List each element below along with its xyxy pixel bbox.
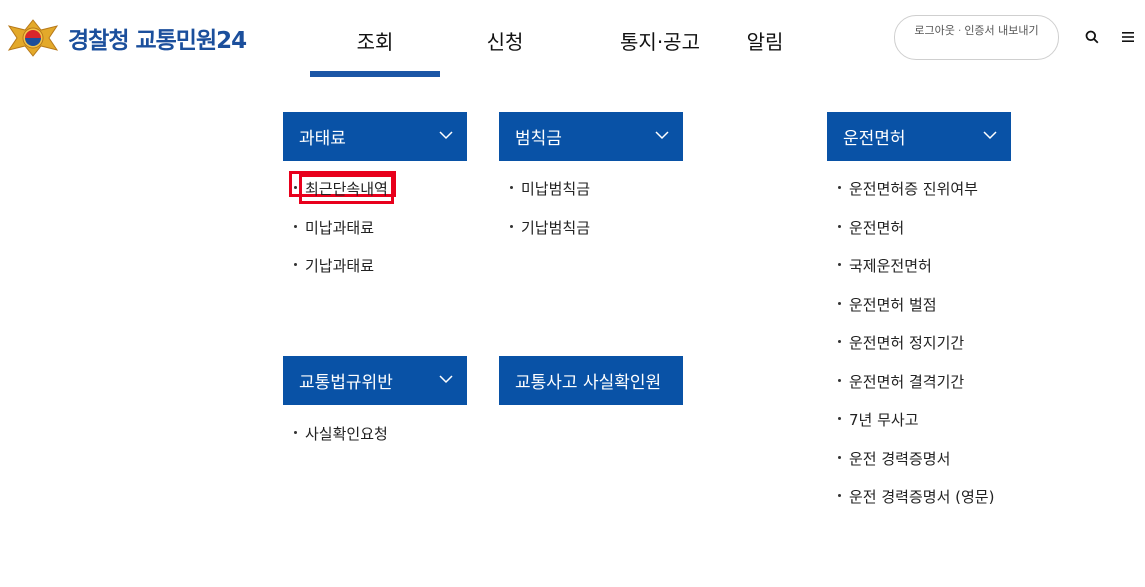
logout-link[interactable]: 로그아웃 xyxy=(914,24,954,37)
list-item-label: 운전면허 xyxy=(849,218,905,237)
police-emblem-icon xyxy=(7,19,59,57)
user-utility-box: 로그아웃 · 인증서 내보내기 xyxy=(894,15,1059,60)
site-title: 경찰청 교통민원24 xyxy=(68,28,247,54)
separator-dot: · xyxy=(957,24,962,37)
bullet-dot xyxy=(294,431,297,434)
list-item-label: 운전 경력증명서 (영문) xyxy=(849,488,995,506)
site-logo[interactable]: 경찰청 교통민원24 xyxy=(4,16,247,60)
bullet-dot xyxy=(294,224,297,228)
list-item-label: 운전면허증 진위여부 xyxy=(849,180,978,198)
list-item-label: 미납범칙금 xyxy=(521,180,591,198)
page: 경찰청 교통민원24 조회 신청 통지·공고 알림 로그아웃 · 인증서 내보내기 … xyxy=(0,0,1145,587)
list-item-label: 미납과태료 xyxy=(305,218,375,237)
list-item-label: 기납범칙금 xyxy=(521,218,591,237)
chevron-down-icon xyxy=(439,375,453,384)
nav-item-application[interactable]: 신청 xyxy=(440,26,570,55)
list-item-label: 최근단속내역 xyxy=(299,174,394,204)
list-item-unpaid-fine[interactable]: 미납과태료 xyxy=(283,208,388,247)
chevron-down-icon xyxy=(983,131,997,140)
list-item-recent-enforcement[interactable]: 최근단속내역 xyxy=(283,169,396,208)
category-license-title: 운전면허 xyxy=(843,129,906,149)
list-item-paid-fine[interactable]: 기납과태료 xyxy=(283,246,388,285)
bullet-dot xyxy=(510,186,513,189)
active-nav-indicator xyxy=(310,71,440,77)
bullet-dot xyxy=(838,263,841,266)
list-item-driving-record[interactable]: 운전 경력증명서 xyxy=(827,439,994,478)
category-fine-header[interactable]: 과태료 xyxy=(283,112,467,161)
bullet-dot xyxy=(294,263,297,266)
chevron-down-icon xyxy=(655,131,669,140)
bullet-dot xyxy=(838,455,841,459)
list-item-label: 기납과태료 xyxy=(305,257,375,275)
bullet-dot xyxy=(510,224,513,228)
bullet-dot xyxy=(838,494,841,497)
list-item-label: 운전면허 결격기간 xyxy=(849,372,965,391)
list-item-license-verify[interactable]: 운전면허증 진위여부 xyxy=(827,169,994,208)
list-item-paid-penalty[interactable]: 기납범칙금 xyxy=(499,208,590,247)
category-fine-title: 과태료 xyxy=(299,129,346,149)
hamburger-menu-icon[interactable] xyxy=(1121,30,1135,44)
list-item-intl-license[interactable]: 국제운전면허 xyxy=(827,246,994,285)
category-fine-list: 최근단속내역 미납과태료 기납과태료 xyxy=(283,169,396,285)
category-license-header[interactable]: 운전면허 xyxy=(827,112,1011,161)
category-violation-header[interactable]: 교통법규위반 xyxy=(283,356,467,405)
bullet-dot xyxy=(838,417,841,420)
list-item-suspension-period[interactable]: 운전면허 정지기간 xyxy=(827,323,994,362)
nav-item-inquiry[interactable]: 조회 xyxy=(310,26,440,55)
bullet-dot xyxy=(838,186,841,189)
list-item-label: 7년 무사고 xyxy=(849,411,919,429)
category-penalty-title: 범칙금 xyxy=(515,129,562,149)
list-item-label: 운전면허 정지기간 xyxy=(849,334,965,352)
list-item-license-points[interactable]: 운전면허 벌점 xyxy=(827,285,994,324)
bullet-dot xyxy=(838,378,841,382)
list-item-unpaid-penalty[interactable]: 미납범칙금 xyxy=(499,169,590,208)
category-penalty-header[interactable]: 범칙금 xyxy=(499,112,683,161)
search-icon[interactable] xyxy=(1085,30,1099,44)
category-penalty-list: 미납범칙금 기납범칙금 xyxy=(499,169,590,246)
bullet-dot xyxy=(838,224,841,228)
list-item-disqualification-period[interactable]: 운전면허 결격기간 xyxy=(827,362,994,401)
category-violation-list: 사실확인요청 xyxy=(283,414,388,453)
list-item-driving-record-english[interactable]: 운전 경력증명서 (영문) xyxy=(827,477,994,516)
list-item-label: 사실확인요청 xyxy=(305,425,388,443)
cert-export-link[interactable]: 인증서 내보내기 xyxy=(964,24,1038,37)
nav-item-alert[interactable]: 알림 xyxy=(700,26,830,55)
category-license-list: 운전면허증 진위여부 운전면허 국제운전면허 운전면허 벌점 운전면허 정지기간… xyxy=(827,169,994,516)
list-item-fact-check-request[interactable]: 사실확인요청 xyxy=(283,414,388,453)
category-violation-title: 교통법규위반 xyxy=(299,373,393,393)
bullet-dot xyxy=(294,186,297,189)
chevron-down-icon xyxy=(439,131,453,140)
list-item-label: 운전면허 벌점 xyxy=(849,295,937,314)
bullet-dot xyxy=(838,301,841,305)
list-item-label: 운전 경력증명서 xyxy=(849,449,951,468)
list-item-label: 국제운전면허 xyxy=(849,257,932,275)
category-accident-header[interactable]: 교통사고 사실확인원 xyxy=(499,356,683,405)
bullet-dot xyxy=(838,340,841,343)
list-item-license[interactable]: 운전면허 xyxy=(827,208,994,247)
category-accident-title: 교통사고 사실확인원 xyxy=(515,373,662,393)
list-item-seven-year-safe[interactable]: 7년 무사고 xyxy=(827,400,994,439)
